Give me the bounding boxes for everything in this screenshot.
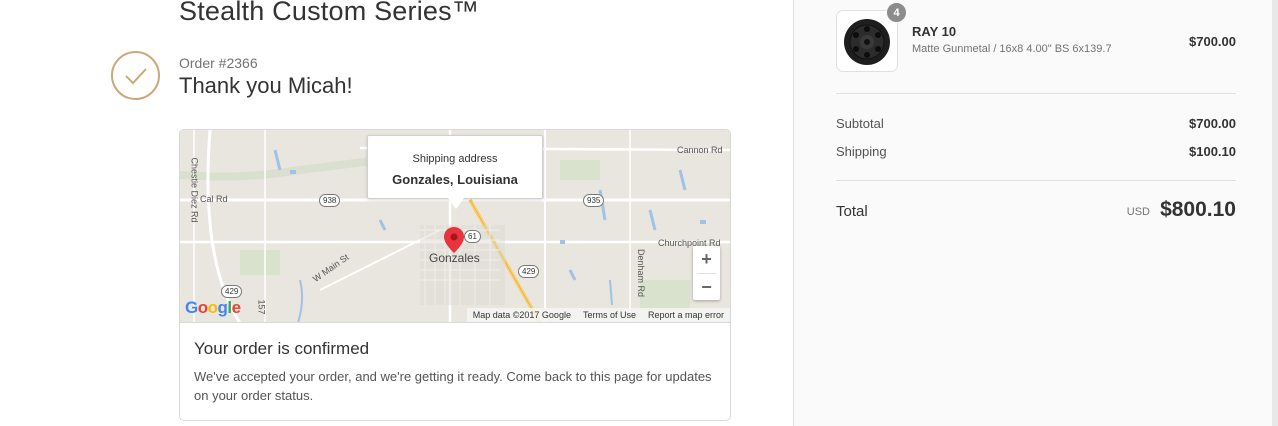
zoom-in-button[interactable]: + [693, 246, 720, 273]
route-shield: 935 [583, 194, 605, 207]
road-label: Cal Rd [200, 194, 228, 204]
subtotal-value: $700.00 [1189, 116, 1236, 131]
terms-of-use-link[interactable]: Terms of Use [583, 310, 636, 320]
shipping-address-popup: Shipping address Gonzales, Louisiana [367, 135, 543, 209]
popup-caption: Shipping address [412, 153, 498, 165]
shipping-map[interactable]: Cannon Rd Cal Rd Churchpoint Rd W Main S… [180, 130, 730, 323]
report-map-error-link[interactable]: Report a map error [648, 310, 724, 320]
road-label: 157 [256, 299, 267, 315]
confirmation-text: We've accepted your order, and we're get… [194, 369, 712, 403]
zoom-controls: + − [693, 246, 720, 300]
popup-address: Gonzales, Louisiana [392, 172, 518, 187]
shipping-label: Shipping [836, 144, 887, 159]
map-attribution: Map data ©2017 Google Terms of Use Repor… [466, 308, 730, 322]
thank-you-heading: Thank you Micah! [179, 73, 353, 98]
map-pin-icon[interactable] [444, 227, 464, 253]
product-name: RAY 10 [912, 24, 957, 39]
divider [836, 93, 1236, 94]
popup-tail [448, 198, 464, 209]
road-label: Denham Rd [636, 248, 647, 298]
shop-title[interactable]: Stealth Custom Series™ [179, 0, 479, 27]
shipping-value: $100.10 [1189, 144, 1236, 159]
subtotal-label: Subtotal [836, 116, 884, 131]
route-shield: 938 [319, 194, 341, 207]
wheel-icon [844, 19, 890, 65]
quantity-badge: 4 [886, 2, 907, 23]
order-status-card: Cannon Rd Cal Rd Churchpoint Rd W Main S… [179, 129, 731, 421]
product-price: $700.00 [1189, 34, 1236, 49]
checkmark-icon [111, 51, 160, 100]
google-logo[interactable]: Google [185, 298, 241, 318]
confirmation-title: Your order is confirmed [194, 339, 370, 358]
road-label: Cannon Rd [677, 145, 723, 155]
scrollbar[interactable] [1272, 0, 1278, 426]
order-summary-sidebar: 4 RAY 10 Matte Gunmetal / 16x8 4.00" BS … [793, 0, 1278, 426]
product-variant: Matte Gunmetal / 16x8 4.00" BS 6x139.7 [912, 43, 1112, 55]
town-label: Gonzales [429, 251, 480, 265]
route-shield: 429 [221, 285, 243, 298]
route-shield: 429 [518, 265, 540, 278]
road-label: Chestie Diez Rd [189, 157, 200, 223]
route-shield: 61 [464, 230, 481, 243]
divider [836, 180, 1236, 181]
main-content: Stealth Custom Series™ Order #2366 Thank… [0, 0, 793, 426]
order-number: Order #2366 [179, 55, 258, 71]
total-value: $800.10 [1160, 198, 1236, 221]
total-label: Total [836, 203, 868, 220]
zoom-out-button[interactable]: − [693, 274, 720, 301]
map-data-credit: Map data ©2017 Google [472, 310, 571, 320]
